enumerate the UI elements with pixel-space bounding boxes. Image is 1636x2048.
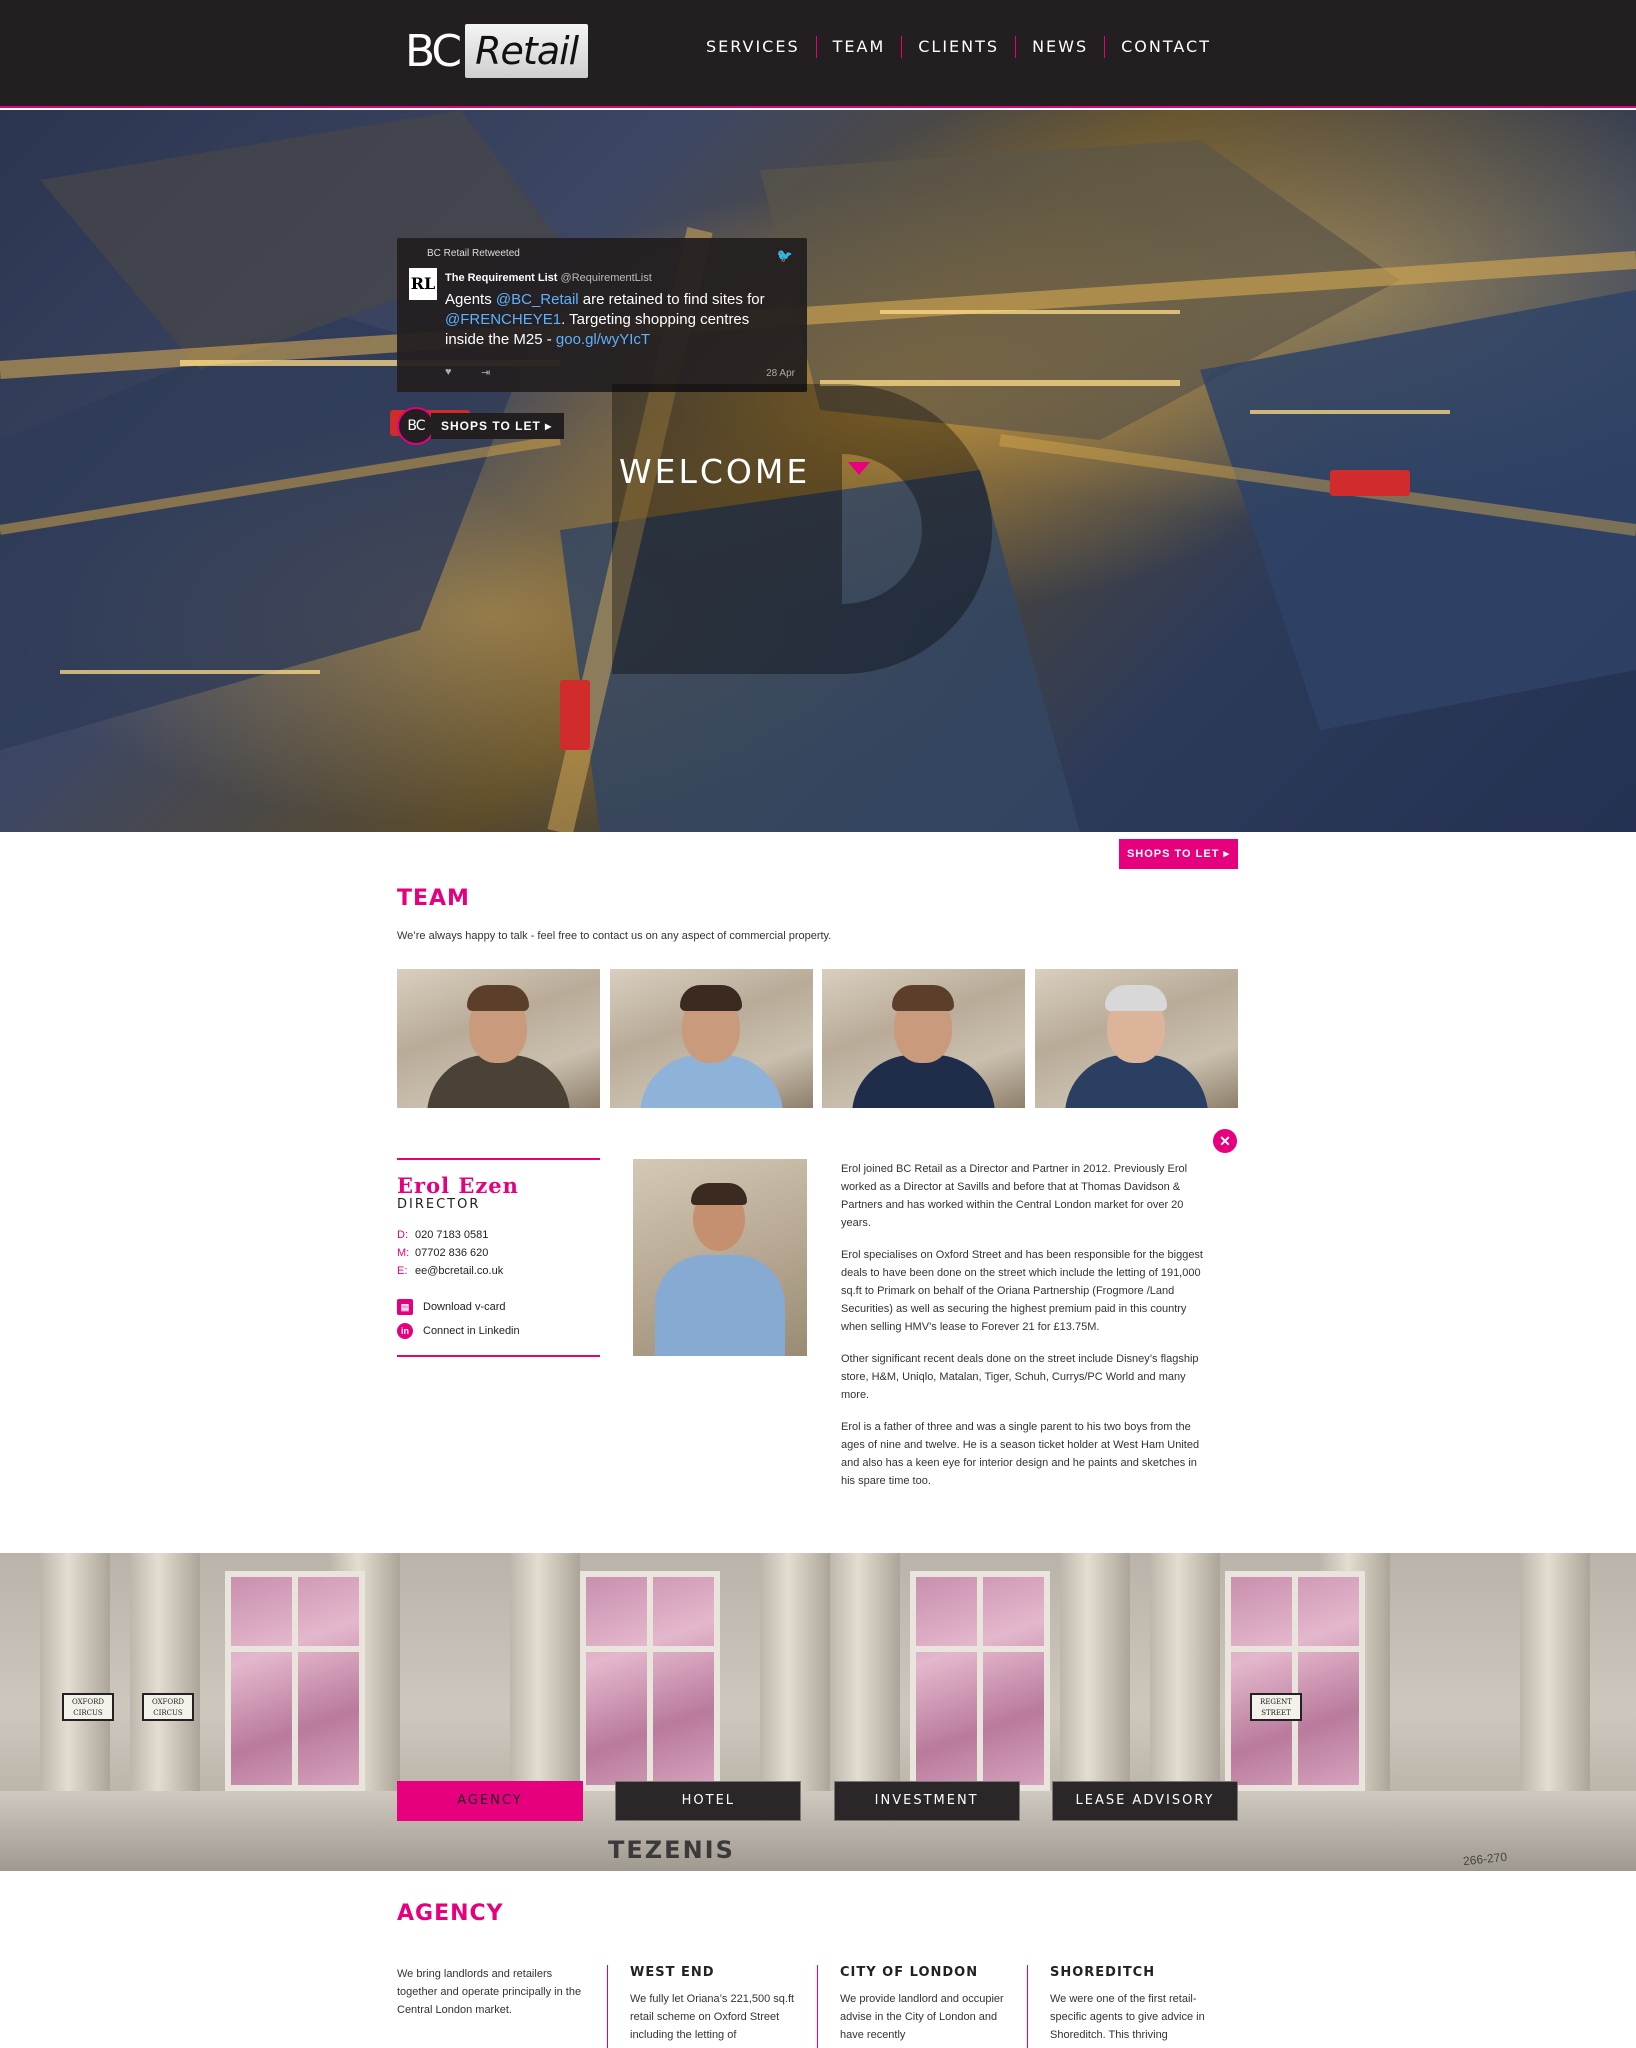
agency-column-shoreditch: SHOREDITCH We were one of the first reta… bbox=[1027, 1965, 1237, 2048]
tweet-author-avatar[interactable]: RL bbox=[409, 268, 437, 300]
bc-retail-logo[interactable]: BC Retail bbox=[405, 23, 629, 79]
logo-retail-text: Retail bbox=[465, 24, 589, 78]
tab-hotel[interactable]: HOTEL bbox=[615, 1781, 802, 1821]
team-member-photo[interactable] bbox=[822, 969, 1026, 1108]
agency-columns: We bring landlords and retailers togethe… bbox=[397, 1965, 1238, 2048]
profile-mobile-line: M: 07702 836 620 bbox=[397, 1247, 488, 1259]
tweet-mention-bc-retail[interactable]: @BC_Retail bbox=[496, 291, 579, 308]
agency-column-text: We fully let Oriana’s 221,500 sq.ft reta… bbox=[630, 1993, 795, 2041]
logo-bc-text: BC bbox=[405, 25, 462, 77]
tweet-like-icon[interactable]: ♥ bbox=[445, 366, 452, 378]
tweet-link[interactable]: goo.gl/wyYIcT bbox=[556, 331, 650, 348]
profile-photo bbox=[633, 1159, 807, 1356]
street-sign: OXFORD CIRCUS bbox=[142, 1693, 194, 1721]
email-label: E: bbox=[397, 1265, 408, 1277]
profile-name: Erol Ezen bbox=[397, 1173, 519, 1198]
vcard-icon: ▤ bbox=[397, 1299, 413, 1315]
team-member-photo[interactable] bbox=[609, 969, 813, 1108]
hero-shops-to-let-badge[interactable]: BC SHOPS TO LET ▸ bbox=[397, 407, 565, 445]
bio-paragraph: Erol is a father of three and was a sing… bbox=[841, 1421, 1200, 1487]
direct-label: D: bbox=[397, 1229, 408, 1241]
twitter-widget[interactable]: BC Retail Retweeted 🐦 RL The Requirement… bbox=[397, 238, 807, 392]
bc-badge-logo: BC bbox=[397, 407, 435, 445]
agency-heading: AGENCY bbox=[397, 1901, 504, 1926]
welcome-heading: WELCOME bbox=[619, 452, 811, 491]
tweet-share-icon[interactable]: ⇥ bbox=[481, 366, 490, 379]
linkedin-icon: in bbox=[397, 1323, 413, 1339]
profile-top-rule bbox=[397, 1158, 600, 1160]
hero-banner: BC Retail Retweeted 🐦 RL The Requirement… bbox=[0, 110, 1636, 832]
building-banner-image: OXFORD CIRCUS OXFORD CIRCUS REGENT STREE… bbox=[0, 1553, 1636, 1871]
team-member-photo[interactable] bbox=[1034, 969, 1238, 1108]
profile-bio: Erol joined BC Retail as a Director and … bbox=[841, 1160, 1209, 1504]
mobile-label: M: bbox=[397, 1247, 410, 1259]
agency-column-west-end: WEST END We fully let Oriana’s 221,500 s… bbox=[607, 1965, 817, 2048]
agency-column-text: We provide landlord and occupier advise … bbox=[840, 1993, 1004, 2041]
twitter-bird-icon[interactable]: 🐦 bbox=[777, 248, 793, 264]
shops-to-let-button[interactable]: SHOPS TO LET ▸ bbox=[1119, 839, 1238, 869]
tweet-text-part1: Agents bbox=[445, 291, 496, 308]
agency-column-text: We were one of the first retail-specific… bbox=[1050, 1993, 1205, 2041]
team-member-photo[interactable] bbox=[397, 969, 600, 1108]
close-profile-button[interactable]: ✕ bbox=[1213, 1129, 1237, 1153]
bio-paragraph: Other significant recent deals done on t… bbox=[841, 1353, 1199, 1401]
tweet-retweeted-by: BC Retail Retweeted bbox=[427, 248, 520, 259]
nav-news[interactable]: NEWS bbox=[1015, 36, 1104, 58]
download-vcard-label: Download v-card bbox=[423, 1301, 506, 1313]
street-sign: OXFORD CIRCUS bbox=[62, 1693, 114, 1721]
tweet-mention-frencheye[interactable]: @FRENCHEYE1 bbox=[445, 311, 561, 328]
agency-column-title: WEST END bbox=[630, 1965, 715, 1980]
street-sign: REGENT STREET bbox=[1250, 1693, 1302, 1721]
tweet-author-name: The Requirement List bbox=[445, 272, 558, 284]
direct-phone[interactable]: 020 7183 0581 bbox=[415, 1229, 488, 1241]
profile-direct-line: D: 020 7183 0581 bbox=[397, 1229, 488, 1241]
team-photo-grid bbox=[397, 969, 1238, 1108]
service-tabs: AGENCY HOTEL INVESTMENT LEASE ADVISORY bbox=[397, 1781, 1238, 1821]
tab-lease-advisory[interactable]: LEASE ADVISORY bbox=[1051, 1781, 1238, 1821]
site-header: BC Retail SERVICES TEAM CLIENTS NEWS CON… bbox=[0, 0, 1636, 108]
agency-column-city: CITY OF LONDON We provide landlord and o… bbox=[817, 1965, 1027, 2048]
agency-intro-text: We bring landlords and retailers togethe… bbox=[397, 1968, 582, 2016]
profile-email-line: E: ee@bcretail.co.uk bbox=[397, 1265, 503, 1277]
linkedin-label: Connect in Linkedin bbox=[423, 1325, 520, 1337]
bc-watermark-logo bbox=[612, 384, 993, 674]
linkedin-link[interactable]: in Connect in Linkedin bbox=[397, 1323, 520, 1339]
bio-paragraph: Erol joined BC Retail as a Director and … bbox=[841, 1163, 1188, 1229]
team-heading: TEAM bbox=[397, 886, 470, 911]
tweet-author[interactable]: The Requirement List @RequirementList bbox=[445, 272, 652, 284]
agency-column-title: SHOREDITCH bbox=[1050, 1965, 1156, 1980]
agency-column-title: CITY OF LONDON bbox=[840, 1965, 979, 1980]
tweet-author-handle: @RequirementList bbox=[560, 272, 652, 284]
mobile-phone[interactable]: 07702 836 620 bbox=[415, 1247, 488, 1259]
download-vcard-link[interactable]: ▤ Download v-card bbox=[397, 1299, 506, 1315]
tweet-text: Agents @BC_Retail are retained to find s… bbox=[445, 290, 785, 350]
team-intro-text: We’re always happy to talk - feel free t… bbox=[397, 930, 832, 942]
nav-services[interactable]: SERVICES bbox=[690, 36, 816, 58]
nav-team[interactable]: TEAM bbox=[815, 36, 902, 58]
email-link[interactable]: ee@bcretail.co.uk bbox=[415, 1265, 503, 1277]
nav-contact[interactable]: CONTACT bbox=[1104, 36, 1227, 58]
bio-paragraph: Erol specialises on Oxford Street and ha… bbox=[841, 1249, 1203, 1333]
tab-agency[interactable]: AGENCY bbox=[397, 1781, 583, 1821]
nav-clients[interactable]: CLIENTS bbox=[901, 36, 1015, 58]
agency-intro: We bring landlords and retailers togethe… bbox=[397, 1965, 607, 2048]
tweet-text-part2: are retained to find sites for bbox=[578, 291, 765, 308]
hero-shops-to-let-label: SHOPS TO LET ▸ bbox=[431, 413, 565, 439]
profile-role: DIRECTOR bbox=[397, 1197, 481, 1212]
tab-investment[interactable]: INVESTMENT bbox=[833, 1781, 1020, 1821]
profile-bottom-rule bbox=[397, 1355, 600, 1357]
welcome-down-arrow-icon[interactable] bbox=[848, 462, 870, 475]
main-nav: SERVICES TEAM CLIENTS NEWS CONTACT bbox=[690, 36, 1227, 58]
storefront-sign: TEZENIS bbox=[608, 1836, 735, 1864]
